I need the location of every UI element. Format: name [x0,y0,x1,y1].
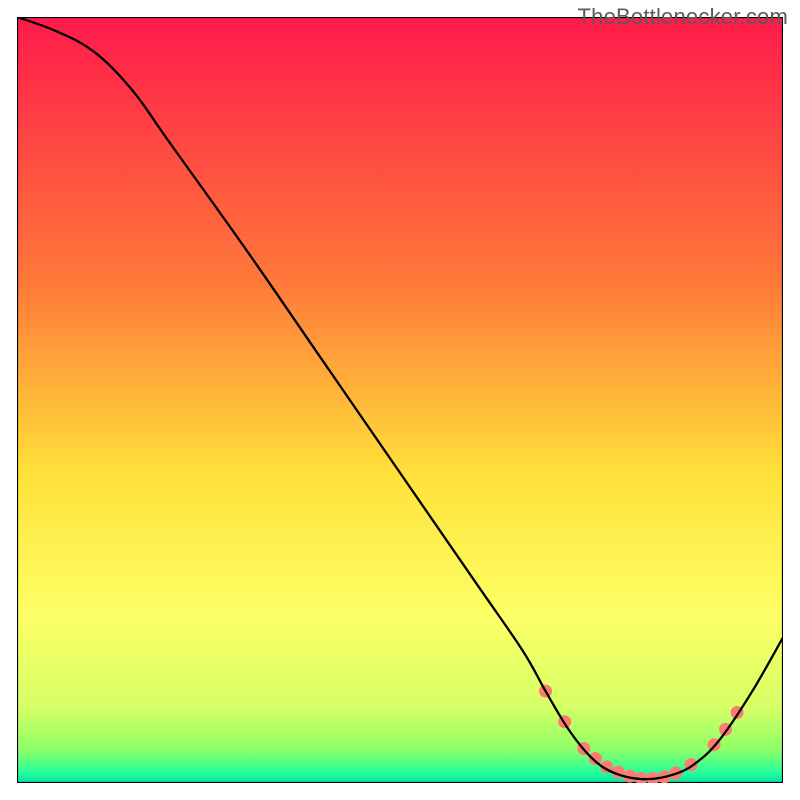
chart-svg [17,17,783,783]
watermark-text: TheBottlenecker.com [578,4,788,30]
plot-area [17,17,783,783]
gradient-background [17,17,783,783]
chart-frame: TheBottlenecker.com [0,0,800,800]
